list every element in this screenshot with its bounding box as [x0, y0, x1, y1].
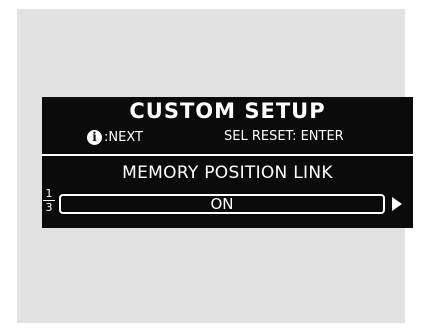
right-arrow-icon[interactable] [392, 197, 402, 211]
setting-name: MEMORY POSITION LINK [122, 163, 333, 183]
next-hint: i :NEXT [87, 128, 143, 146]
screen-title: CUSTOM SETUP [129, 99, 326, 123]
setting-value-selector[interactable]: ON [59, 194, 385, 214]
divider [42, 154, 413, 156]
reset-hint: SEL RESET: ENTER [224, 129, 344, 144]
setting-value: ON [210, 195, 234, 213]
header: CUSTOM SETUP i :NEXT SEL RESET: ENTER [42, 97, 413, 153]
info-icon: i [87, 129, 102, 145]
lcd-screen: CUSTOM SETUP i :NEXT SEL RESET: ENTER ME… [42, 97, 413, 228]
page-current: 1 [43, 188, 55, 201]
page-total: 3 [45, 201, 53, 214]
page-indicator: 1 3 [43, 188, 55, 213]
next-hint-label: :NEXT [104, 129, 143, 145]
